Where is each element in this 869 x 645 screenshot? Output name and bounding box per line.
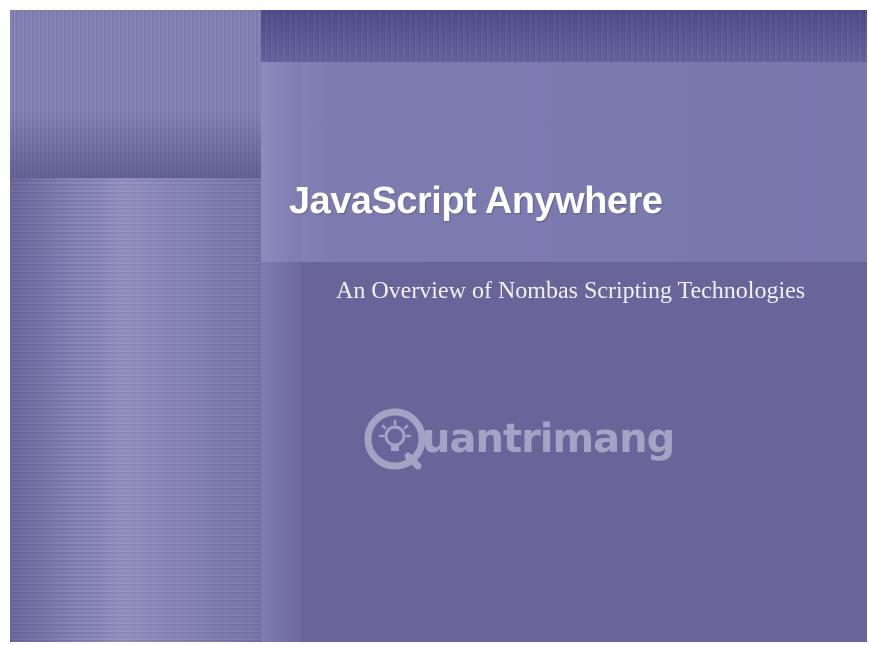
lightbulb-q-logo-icon [364,408,426,470]
decorative-stripe-block [10,10,261,178]
watermark-text: uantrimang [422,416,675,462]
title-panel [261,62,867,262]
decorative-edge-strip [261,262,301,642]
slide-title: JavaScript Anywhere [289,180,663,222]
decorative-top-band [261,10,867,62]
slide-subtitle: An Overview of Nombas Scripting Technolo… [336,278,806,304]
title-panel-edge [261,62,301,262]
decorative-left-band [10,178,261,642]
watermark: uantrimang [364,404,675,474]
presentation-slide [10,10,867,642]
